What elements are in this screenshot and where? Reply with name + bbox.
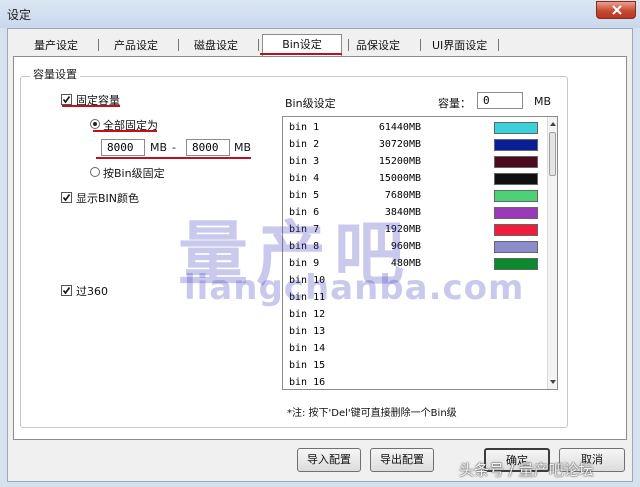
bin-color-swatch <box>494 139 538 151</box>
tab-quality[interactable]: 品保设定 <box>350 36 406 56</box>
list-item[interactable]: bin 15 <box>283 358 543 375</box>
fixed-capacity-checkbox[interactable] <box>61 94 72 105</box>
min-capacity-input[interactable]: 8000 <box>101 139 145 156</box>
watermark-url: liangchanba.com <box>184 268 525 308</box>
bin-color-swatch <box>494 173 538 185</box>
bin-capacity-label: 容量： <box>438 97 471 110</box>
all-fixed-radio[interactable] <box>90 119 100 129</box>
show-bin-color-label: 显示BIN颜色 <box>76 192 140 205</box>
tab-separator <box>98 39 99 51</box>
by-bin-radio[interactable] <box>90 167 100 177</box>
tab-separator <box>178 39 179 51</box>
bin-color-swatch <box>494 122 538 134</box>
tab-separator <box>498 39 499 51</box>
bin-color-swatch <box>494 156 538 168</box>
bin-list-scrollbar[interactable] <box>547 117 557 389</box>
list-item[interactable]: bin 16 <box>283 375 543 389</box>
list-item[interactable]: bin 1 61440MB <box>283 120 543 137</box>
title-bar: 设定 <box>0 0 640 28</box>
bin-delete-note: *注: 按下'Del'键可直接删除一个Bin级 <box>287 408 457 419</box>
tab-annotation-underline <box>260 53 342 55</box>
close-button[interactable] <box>596 1 636 19</box>
tab-product[interactable]: 产品设定 <box>108 36 164 56</box>
range-dash: - <box>172 141 176 154</box>
checkmark-icon <box>62 194 71 202</box>
source-watermark: 头条号 / 量产吧论坛 <box>459 461 594 479</box>
scroll-up-icon[interactable] <box>549 119 557 129</box>
bin-capacity-unit: MB <box>534 95 552 108</box>
tab-separator <box>420 39 421 51</box>
list-item[interactable]: bin 3 15200MB <box>283 154 543 171</box>
list-item[interactable]: bin 12 <box>283 307 543 324</box>
tab-separator <box>348 39 349 51</box>
annotation-underline <box>93 130 157 132</box>
close-icon <box>612 5 622 15</box>
annotation-underline <box>62 105 120 107</box>
list-item[interactable]: bin 2 30720MB <box>283 137 543 154</box>
tab-separator <box>258 39 259 51</box>
window-title: 设定 <box>7 8 32 22</box>
tab-ui[interactable]: UI界面设定 <box>426 36 493 56</box>
scroll-down-icon[interactable] <box>549 377 557 387</box>
capacity-group-title: 容量设置 <box>30 66 80 82</box>
bin-settings-title: Bin级设定 <box>285 97 336 110</box>
bin-color-swatch <box>494 207 538 219</box>
max-unit-label: MB <box>234 141 252 154</box>
checkmark-icon <box>62 96 71 104</box>
list-item[interactable]: bin 13 <box>283 324 543 341</box>
bin-color-swatch <box>494 241 538 253</box>
list-item[interactable]: bin 14 <box>283 341 543 358</box>
over360-label: 过360 <box>76 285 108 298</box>
tab-disk[interactable]: 磁盘设定 <box>188 36 244 56</box>
min-unit-label: MB <box>150 141 168 154</box>
bin-capacity-input[interactable]: 0 <box>477 92 523 109</box>
export-config-button[interactable]: 导出配置 <box>370 448 434 472</box>
list-item[interactable]: bin 4 15000MB <box>283 171 543 188</box>
import-config-button[interactable]: 导入配置 <box>297 448 361 472</box>
by-bin-label: 按Bin级固定 <box>103 167 165 180</box>
bin-color-swatch <box>494 224 538 236</box>
checkmark-icon <box>62 287 71 295</box>
tab-mass-production[interactable]: 量产设定 <box>28 36 84 56</box>
max-capacity-input[interactable]: 8000 <box>186 139 230 156</box>
show-bin-color-checkbox[interactable] <box>61 192 72 203</box>
scroll-thumb[interactable] <box>549 132 556 176</box>
over360-checkbox[interactable] <box>61 285 72 296</box>
annotation-underline <box>96 157 251 159</box>
bin-color-swatch <box>494 190 538 202</box>
